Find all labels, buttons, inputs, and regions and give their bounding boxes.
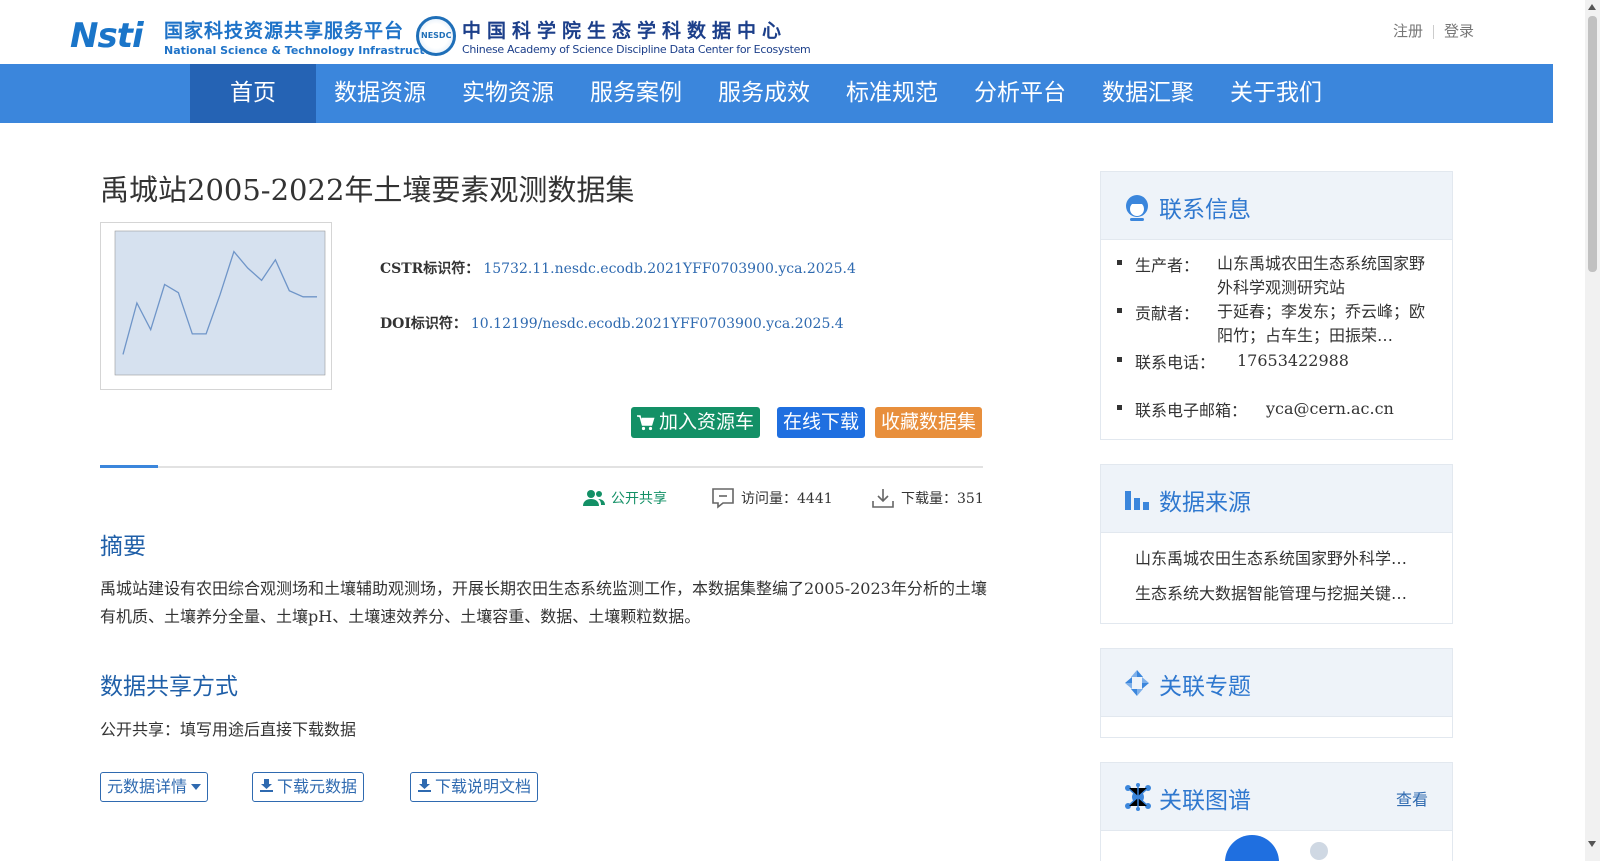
related-topics-panel-header: 关联专题 <box>1101 649 1452 717</box>
auth-divider <box>1432 24 1434 39</box>
network-graph-icon <box>1125 783 1151 811</box>
email-value: yca@cern.ac.cn <box>1266 399 1394 418</box>
scrollbar-thumb[interactable] <box>1588 16 1597 272</box>
email-label: 联系电子邮箱： <box>1135 401 1248 420</box>
nav-item[interactable]: 标准规范 <box>828 64 956 123</box>
bullet <box>1117 405 1122 410</box>
download-metadata-button[interactable]: 下载元数据 <box>252 772 365 802</box>
share-status-text: 公开共享 <box>611 491 667 507</box>
bullet <box>1117 357 1122 362</box>
metadata-detail-dropdown[interactable]: 元数据详情 <box>100 772 209 802</box>
download-icon <box>872 489 894 508</box>
nav-item[interactable]: 数据资源 <box>316 64 444 123</box>
download-icon <box>418 779 431 792</box>
comment-icon <box>712 488 734 509</box>
cart-icon <box>637 414 655 430</box>
data-source-panel-title: 数据来源 <box>1159 490 1251 516</box>
top-header: Nsti 国家科技资源共享服务平台 National Science & Tec… <box>0 0 1600 64</box>
nav-item[interactable]: 数据汇聚 <box>1084 64 1212 123</box>
data-source-item[interactable]: 生态系统大数据智能管理与挖掘关键… <box>1135 580 1425 604</box>
auth-links: 注册 登录 <box>1393 20 1474 41</box>
cstr-link[interactable]: 15732.11.nesdc.ecodb.2021YFF0703900.yca.… <box>483 261 856 277</box>
add-to-cart-button[interactable]: 加入资源车 <box>631 407 761 438</box>
related-graph-panel-header: 关联图谱 查看 <box>1101 763 1452 831</box>
visit-count-text: 访问量：4441 <box>741 491 833 507</box>
nav-item[interactable]: 实物资源 <box>444 64 572 123</box>
nsti-logo-mark: Nsti <box>70 16 144 56</box>
download-count: 下载量：351 <box>871 486 984 510</box>
producer-label: 生产者： <box>1135 256 1200 275</box>
contact-panel-title: 联系信息 <box>1159 197 1251 223</box>
tab-underline <box>100 465 983 468</box>
abstract-heading: 摘要 <box>100 534 146 560</box>
active-tab-indicator[interactable] <box>100 465 158 468</box>
download-doc-label: 下载说明文档 <box>435 777 532 796</box>
topic-diamond-icon <box>1125 670 1149 696</box>
doi-row: DOI标识符： 10.12199/nesdc.ecodb.2021YFF07039… <box>380 313 844 333</box>
dataset-thumbnail <box>100 222 332 390</box>
add-to-cart-label: 加入资源车 <box>659 411 755 433</box>
thumbnail-plot-area <box>114 230 326 376</box>
download-metadata-label: 下载元数据 <box>277 777 358 796</box>
related-topics-panel-title: 关联专题 <box>1159 674 1251 700</box>
contact-panel-header: 联系信息 <box>1101 172 1452 240</box>
bullet <box>1117 260 1122 265</box>
data-source-panel-header: 数据来源 <box>1101 465 1452 533</box>
dataset-title: 禹城站2005-2022年土壤要素观测数据集 <box>100 173 635 207</box>
data-source-item[interactable]: 山东禹城农田生态系统国家野外科学… <box>1135 545 1425 569</box>
cstr-row: CSTR标识符： 15732.11.nesdc.ecodb.2021YFF0703… <box>380 258 856 278</box>
nav-list: 首页 数据资源 实物资源 服务案例 服务成效 标准规范 分析平台 数据汇聚 关于我们 <box>190 64 1340 123</box>
nesdc-logo-name-cn: 中国科学院生态学科数据中心 <box>462 20 788 42</box>
contributor-label: 贡献者： <box>1135 304 1200 323</box>
users-icon <box>583 490 605 506</box>
nav-item[interactable]: 服务案例 <box>572 64 700 123</box>
phone-value: 17653422988 <box>1237 351 1349 370</box>
download-icon <box>260 779 273 792</box>
share-method-text: 公开共享：填写用途后直接下载数据 <box>100 720 357 739</box>
bar-chart-icon <box>1125 491 1149 510</box>
nesdc-seal-icon: NESDC <box>416 16 456 56</box>
scroll-up-arrow-icon[interactable] <box>1588 4 1596 10</box>
download-doc-button[interactable]: 下载说明文档 <box>410 772 539 802</box>
visit-count: 访问量：4441 <box>711 486 833 510</box>
share-method-heading: 数据共享方式 <box>100 674 238 700</box>
nav-item[interactable]: 分析平台 <box>956 64 1084 123</box>
related-graph-panel: 关联图谱 查看 <box>1100 762 1453 861</box>
nsti-logo[interactable]: Nsti 国家科技资源共享服务平台 National Science & Tec… <box>70 14 445 60</box>
nav-item[interactable]: 首页 <box>190 64 316 123</box>
contributor-value: 于延春；李发东；乔云峰；欧阳竹；占车生；田振荣… <box>1217 302 1426 345</box>
bullet <box>1117 308 1122 313</box>
producer-value: 山东禹城农田生态系统国家野外科学观测研究站 <box>1217 254 1426 297</box>
nsti-logo-name-cn: 国家科技资源共享服务平台 <box>164 20 405 42</box>
page-scrollbar[interactable] <box>1585 0 1600 861</box>
abstract-text: 禹城站建设有农田综合观测场和土壤辅助观测场，开展长期农田生态系统监测工作，本数据… <box>100 579 987 626</box>
login-link[interactable]: 登录 <box>1444 22 1474 40</box>
doi-label: DOI标识符： <box>380 316 467 332</box>
nav-item[interactable]: 服务成效 <box>700 64 828 123</box>
metadata-detail-label: 元数据详情 <box>107 777 188 796</box>
contact-panel: 联系信息 生产者： 山东禹城农田生态系统国家野外科学观测研究站 贡献者： 于延春… <box>1100 171 1453 440</box>
thumbnail-chart <box>114 230 326 376</box>
phone-label: 联系电话： <box>1135 353 1216 372</box>
related-topics-panel: 关联专题 <box>1100 648 1453 738</box>
online-download-button[interactable]: 在线下载 <box>777 407 866 438</box>
caret-down-icon <box>191 784 202 790</box>
graph-preview <box>1225 835 1328 861</box>
nav-item[interactable]: 关于我们 <box>1212 64 1340 123</box>
contact-person-icon <box>1126 195 1148 221</box>
data-source-panel: 数据来源 山东禹城农田生态系统国家野外科学… 生态系统大数据智能管理与挖掘关键… <box>1100 464 1453 624</box>
cstr-label: CSTR标识符： <box>380 261 480 277</box>
related-graph-panel-title: 关联图谱 <box>1159 788 1251 814</box>
main-nav: 首页 数据资源 实物资源 服务案例 服务成效 标准规范 分析平台 数据汇聚 关于我们 <box>0 64 1553 123</box>
register-link[interactable]: 注册 <box>1393 22 1423 40</box>
doi-link[interactable]: 10.12199/nesdc.ecodb.2021YFF0703900.yca.… <box>471 316 844 332</box>
nesdc-logo-name-en: Chinese Academy of Science Discipline Da… <box>462 43 811 56</box>
nesdc-logo[interactable]: NESDC 中国科学院生态学科数据中心 Chinese Academy of S… <box>416 14 816 60</box>
scroll-down-arrow-icon[interactable] <box>1588 841 1596 847</box>
share-status: 公开共享 <box>583 486 667 510</box>
download-count-text: 下载量：351 <box>901 491 984 507</box>
nsti-logo-name-en: National Science & Technology Infrastruc… <box>164 44 446 57</box>
favorite-dataset-button[interactable]: 收藏数据集 <box>875 407 983 438</box>
view-graph-link[interactable]: 查看 <box>1396 786 1428 810</box>
